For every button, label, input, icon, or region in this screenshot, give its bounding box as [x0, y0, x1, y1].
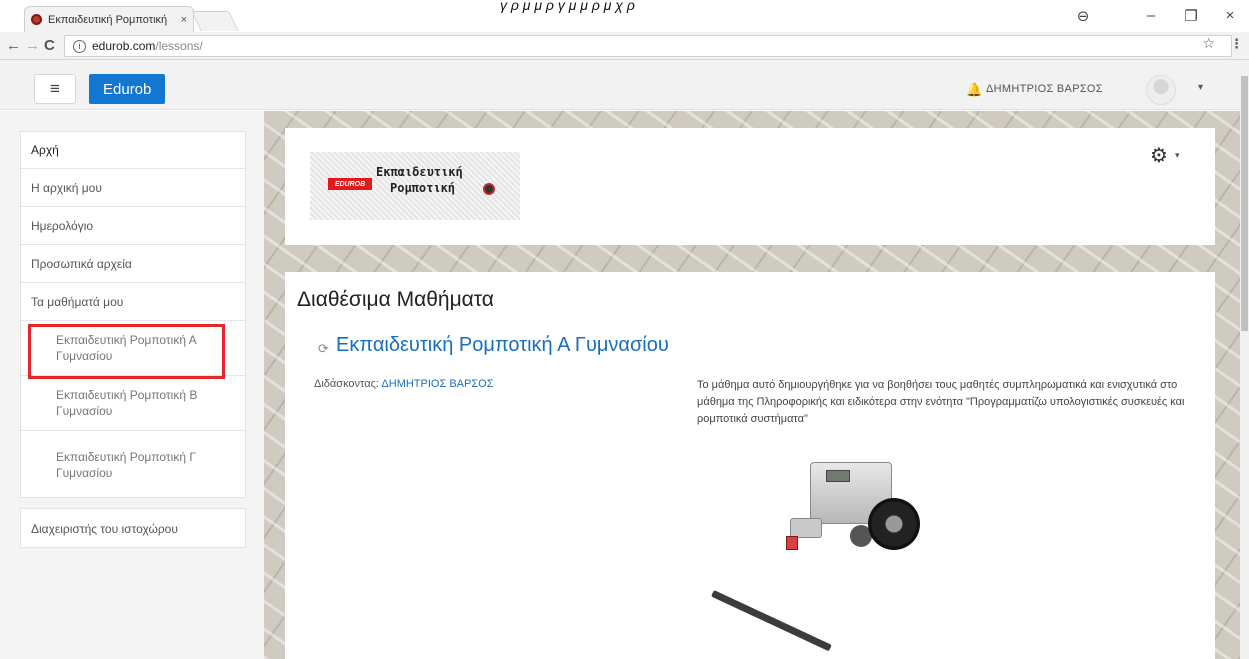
user-name[interactable]: ΔΗΜΗΤΡΙΟΣ ΒΑΡΣΟΣ	[986, 83, 1103, 95]
sidebar-item-label: Τα μαθήματά μου	[31, 294, 124, 309]
gear-icon[interactable]: ⚙	[1150, 143, 1168, 168]
url-input[interactable]: i edurob.com /lessons/	[64, 35, 1232, 57]
address-bar: ← → C i edurob.com /lessons/ ☆ ⋮	[0, 32, 1249, 60]
sidebar-item-label: Εκπαιδευτική Ρομποτική Γ Γυμνασίου	[56, 449, 196, 480]
sidebar-item-dashboard[interactable]: Η αρχική μου	[21, 169, 245, 207]
sidebar-item-label: Εκπαιδευτική Ρομποτική Β Γυμνασίου	[56, 388, 198, 418]
sidebar-item-calendar[interactable]: Ημερολόγιο	[21, 207, 245, 245]
sidebar-item-label: Διαχειριστής του ιστοχώρου	[31, 522, 178, 536]
chevron-down-icon[interactable]: ▾	[1175, 150, 1180, 161]
overlay-caption: γ ρ μ μ ρ γ μ μ ρ μ χ ρ	[500, 0, 635, 13]
scrollbar-thumb[interactable]	[1241, 76, 1248, 331]
sidebar-item-label: Ημερολόγιο	[31, 218, 94, 233]
robot-sensor	[786, 536, 798, 550]
sidebar-item-course-c[interactable]: Εκπαιδευτική Ρομποτική Γ Γυμνασίου	[21, 431, 245, 498]
forward-arrow-icon[interactable]: →	[25, 37, 40, 54]
sidebar-item-course-b[interactable]: Εκπαιδευτική Ρομποτική Β Γυμνασίου	[21, 376, 245, 431]
browser-tab-bar: Εκπαιδευτική Ρομποτική × γ ρ μ μ ρ γ μ μ…	[0, 0, 1249, 32]
course-icon: ⟳	[318, 341, 329, 356]
reload-icon[interactable]: C	[44, 37, 55, 54]
robot-screen	[826, 470, 850, 482]
browser-tab[interactable]: Εκπαιδευτική Ρομποτική ×	[24, 6, 194, 32]
site-info-icon[interactable]: i	[73, 39, 86, 53]
sidebar-item-site-admin[interactable]: Διαχειριστής του ιστοχώρου	[20, 508, 246, 548]
back-arrow-icon[interactable]: ←	[6, 37, 21, 54]
sidebar-item-label: Αρχή	[31, 143, 59, 157]
site-favicon-icon	[31, 14, 42, 25]
url-path: /lessons/	[155, 39, 203, 53]
close-window-button[interactable]: ×	[1217, 7, 1243, 24]
minimize-button[interactable]: –	[1138, 7, 1164, 24]
avatar[interactable]	[1146, 75, 1176, 105]
navigation-drawer: Αρχή Η αρχική μου Ημερολόγιο Προσωπικά α…	[20, 131, 246, 498]
maximize-button[interactable]: ❐	[1178, 7, 1204, 25]
robot-arm	[790, 518, 822, 538]
tab-title: Εκπαιδευτική Ρομποτική	[48, 13, 168, 26]
highlight-annotation	[28, 324, 225, 379]
tab-close-icon[interactable]: ×	[181, 14, 187, 26]
teacher-info: Διδάσκοντας: ΔΗΜΗΤΡΙΟΣ ΒΑΡΣΟΣ	[314, 378, 494, 390]
teacher-link[interactable]: ΔΗΜΗΤΡΙΟΣ ΒΑΡΣΟΣ	[381, 378, 493, 390]
course-summary: Το μάθημα αυτό δημιουργήθηκε για να βοηθ…	[697, 379, 1185, 425]
hamburger-menu-button[interactable]: ≡	[34, 74, 76, 104]
url-domain: edurob.com	[92, 39, 156, 53]
sidebar-item-my-courses[interactable]: Τα μαθήματά μου	[21, 283, 245, 321]
sidebar-item-private-files[interactable]: Προσωπικά αρχεία	[21, 245, 245, 283]
page-title: Διαθέσιμα Μαθήματα	[297, 288, 494, 311]
sidebar-item-home[interactable]: Αρχή	[21, 132, 245, 169]
robot-wheel	[868, 498, 920, 550]
logo-badge: EDUROB	[328, 178, 372, 190]
site-navbar: ≡ Edurob 🔔 ΔΗΜΗΤΡΙΟΣ ΒΑΡΣΟΣ ▾	[0, 60, 1240, 110]
brand-button[interactable]: Edurob	[89, 74, 166, 104]
browser-menu-icon[interactable]: ⋮	[1230, 36, 1243, 52]
sidebar-item-label: Προσωπικά αρχεία	[31, 256, 132, 271]
user-menu-caret-icon[interactable]: ▾	[1198, 82, 1203, 93]
teacher-label: Διδάσκοντας:	[314, 378, 382, 390]
notification-bell-icon[interactable]: 🔔	[966, 82, 982, 98]
course-title-link[interactable]: Εκπαιδευτική Ρομποτική Α Γυμνασίου	[336, 334, 669, 357]
logo-text-line-1: Εκπαιδευτική	[376, 165, 463, 179]
logo-robot-icon	[483, 183, 495, 195]
sidebar-item-label: Η αρχική μου	[31, 180, 102, 195]
new-tab-button[interactable]	[191, 11, 239, 31]
logo-text-line-2: Ρομποτική	[390, 181, 456, 195]
bookmark-star-icon[interactable]: ☆	[1202, 35, 1215, 52]
account-icon[interactable]: ⊖	[1070, 7, 1096, 25]
